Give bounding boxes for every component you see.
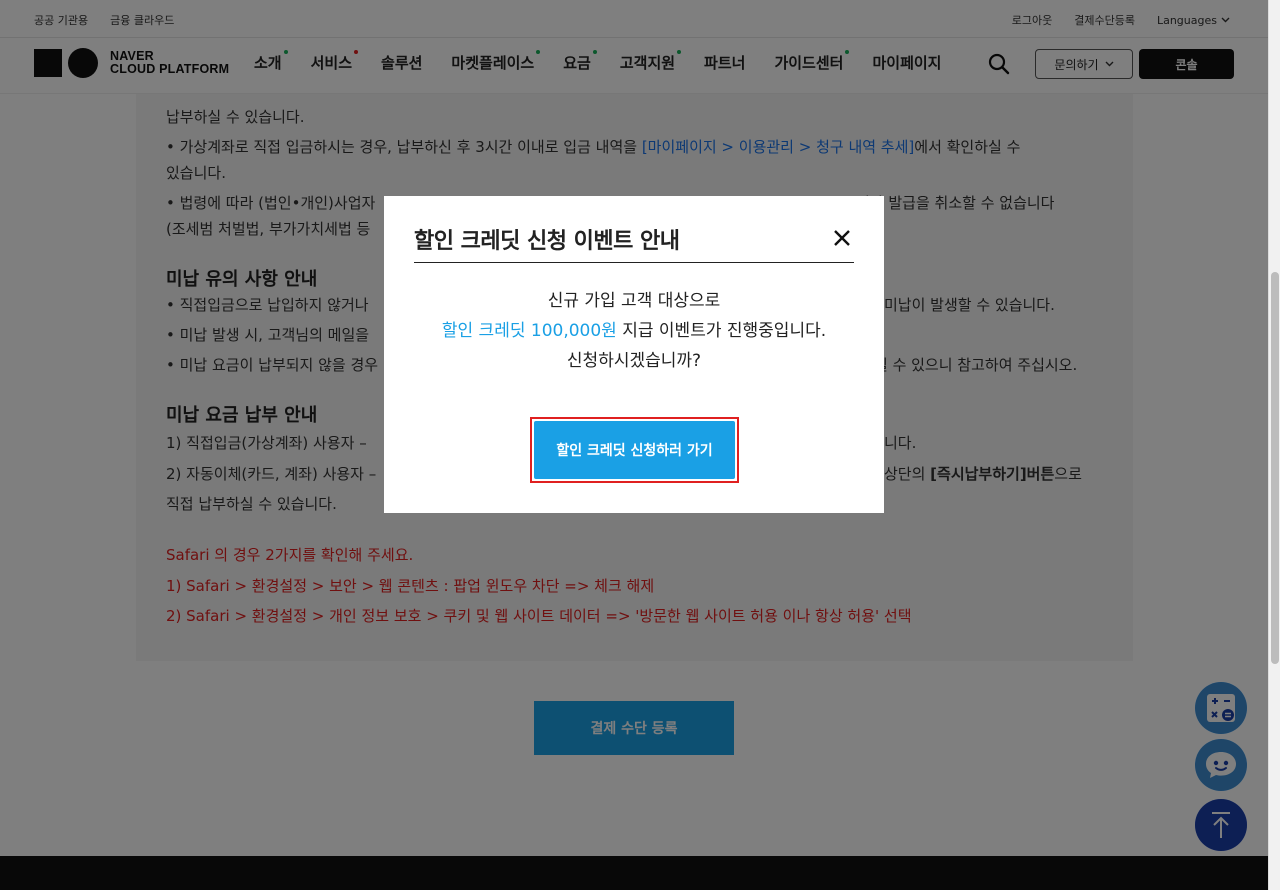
modal-line: 할인 크레딧 100,000원 지급 이벤트가 진행중입니다. [441,321,827,341]
fab-dim [1195,799,1247,851]
page-scrollbar[interactable] [1268,0,1280,890]
modal-title: 할인 크레딧 신청 이벤트 안내 [414,229,680,254]
credit-event-modal: 할인 크레딧 신청 이벤트 안내 신규 가입 고객 대상으로 할인 크레딧 10… [384,196,884,513]
credit-amount-highlight: 할인 크레딧 100,000원 [441,321,617,341]
apply-credit-button[interactable]: 할인 크레딧 신청하러 가기 [534,421,735,479]
modal-divider [414,262,854,263]
fab-dim [1195,682,1247,734]
modal-line: 신청하시겠습니까? [566,351,702,371]
modal-message: 신규 가입 고객 대상으로 할인 크레딧 100,000원 지급 이벤트가 진행… [384,286,884,376]
modal-line: 신규 가입 고객 대상으로 [547,291,721,311]
close-icon[interactable] [831,227,853,249]
scrollbar-thumb[interactable] [1271,272,1279,664]
fab-dim [1195,739,1247,791]
